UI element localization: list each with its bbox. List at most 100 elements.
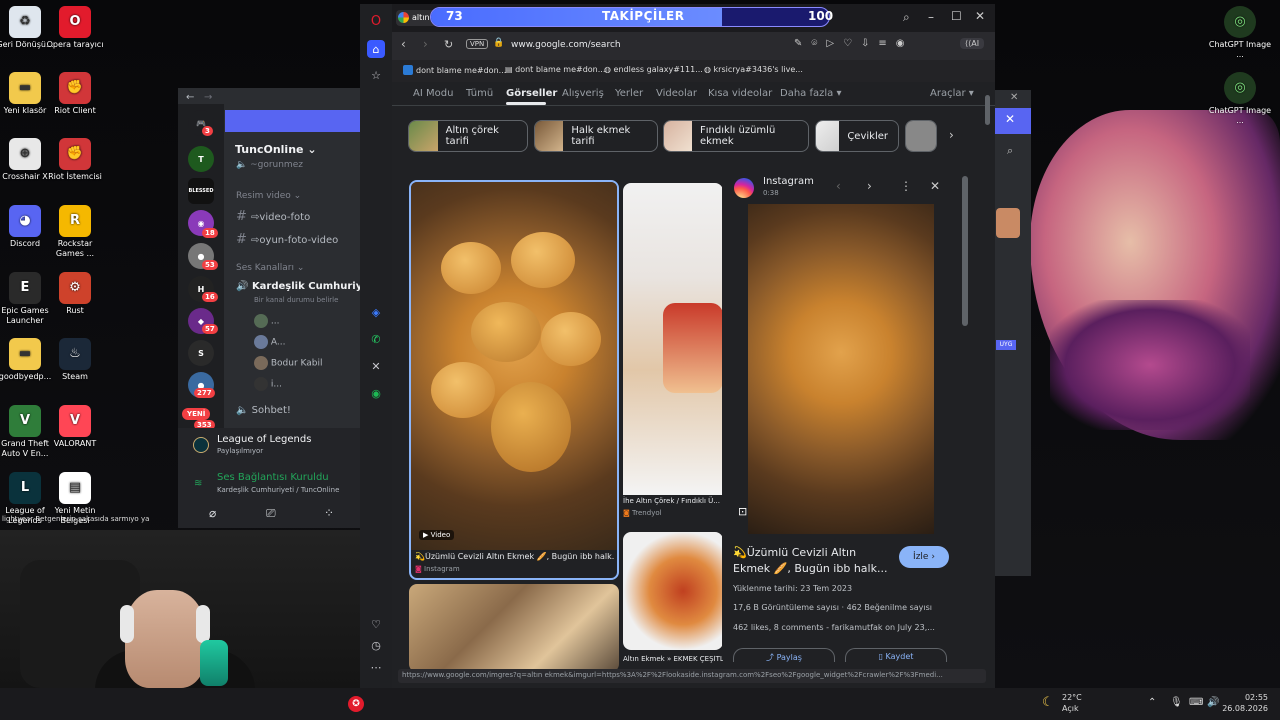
ai-button[interactable]: ⟨⟨AI [960, 38, 985, 49]
result-caption[interactable]: Altın Ekmek » EKMEK ÇEŞİTLERİ » UNLU MAM… [623, 655, 723, 663]
panel-title[interactable]: 💫Üzümlü Cevizli Altın Ekmek 🥖, Bugün ibb… [733, 545, 893, 577]
chevron-up-icon[interactable]: ⌃ [1148, 697, 1156, 708]
chip-halk-ekmek[interactable]: Halk ekmek tarifi [534, 120, 658, 152]
voice-user-2[interactable]: A... [254, 335, 285, 349]
x-twitter-icon[interactable]: ✕ [369, 359, 383, 373]
chevron-right-icon[interactable]: › [949, 128, 954, 142]
weather-temp[interactable]: 22°C [1062, 693, 1082, 702]
back-icon[interactable]: ‹ [401, 37, 406, 51]
maximize-icon[interactable]: ☐ [951, 9, 962, 23]
tools-button[interactable]: Araçlar ▾ [930, 88, 974, 99]
tab-ai-mode[interactable]: AI Modu [413, 88, 453, 99]
forward-icon[interactable]: › [423, 37, 428, 51]
camera-off-icon[interactable]: ⌀ [209, 506, 216, 520]
watch-button[interactable]: İzle › [899, 546, 949, 568]
chip-altin-corek[interactable]: Altın çörek tarifi [408, 120, 528, 152]
clock-time[interactable]: 02:55 [1232, 693, 1268, 702]
share-button[interactable]: ⤴ Paylaş [733, 648, 835, 662]
desktop-icon[interactable]: V VALORANT [43, 405, 107, 449]
result-card-selected[interactable]: ▶ Video 💫Üzümlü Cevizli Altın Ekmek 🥖, B… [409, 180, 619, 580]
tab-more[interactable]: Daha fazla ▾ [780, 88, 841, 99]
voice-channel[interactable]: 🔊 Kardeşlik Cumhuriy... [236, 281, 373, 292]
url-input[interactable]: www.google.com/search [511, 40, 621, 50]
messenger-icon[interactable]: ◈ [369, 305, 383, 319]
result-card[interactable] [623, 532, 723, 650]
activities-icon[interactable]: ⁘ [324, 506, 334, 520]
next-icon[interactable]: › [867, 179, 872, 193]
desktop-icon[interactable]: ⚙ Rust [43, 272, 107, 316]
weather-desc[interactable]: Açık [1062, 704, 1079, 713]
address-actions-icon[interactable]: ✎⌾▷♡⇩≡◉ [794, 38, 914, 49]
forward-arrow-icon[interactable]: → [204, 92, 212, 103]
preview-image[interactable] [748, 204, 934, 534]
tab-images[interactable]: Görseller [506, 88, 557, 99]
category-resim-video[interactable]: Resim video ⌄ [236, 191, 301, 201]
network-icon[interactable]: ⌨ [1189, 697, 1203, 708]
volume-icon[interactable]: 🔊 [1207, 697, 1219, 708]
mic-icon[interactable]: 🎙 [1170, 697, 1183, 708]
clock-date[interactable]: 26.08.2026 [1222, 704, 1268, 713]
close-icon[interactable]: ✕ [1010, 92, 1018, 103]
chip-more[interactable] [905, 120, 937, 152]
home-icon[interactable]: ⌂ [367, 40, 385, 58]
taskbar-app-icon[interactable]: ✪ [348, 696, 364, 712]
result-card[interactable]: İhe Altın Çörek / Fındıklı Ü... ◙ Trendy… [623, 183, 723, 523]
whatsapp-icon[interactable]: ✆ [369, 332, 383, 346]
reload-icon[interactable]: ↻ [444, 38, 453, 51]
lens-icon[interactable]: ⊡ [738, 505, 747, 518]
bookmark-item[interactable]: dont blame me#don... [416, 66, 506, 75]
spotify-icon[interactable]: ◉ [369, 386, 383, 400]
desktop-icon[interactable]: R Rockstar Games ... [43, 205, 107, 259]
desktop-icon[interactable]: O Opera tarayıcı [43, 6, 107, 50]
more-vertical-icon[interactable]: ⋮ [900, 179, 912, 193]
voice-user-1[interactable]: ... [254, 314, 279, 328]
channel-top[interactable]: 🔈 ~gorunmez [236, 160, 303, 170]
result-card[interactable] [409, 584, 619, 672]
search-icon[interactable]: ⌕ [1007, 144, 1013, 158]
server-name[interactable]: TuncOnline ⌄ [235, 143, 317, 156]
minimize-icon[interactable]: – [928, 10, 934, 24]
desktop-icon[interactable]: ♨ Steam [43, 338, 107, 382]
result-caption[interactable]: İhe Altın Çörek / Fındıklı Ü... [623, 497, 720, 505]
tab-videos[interactable]: Videolar [656, 88, 697, 99]
page-scrollbar[interactable] [985, 95, 990, 125]
vpn-badge[interactable]: VPN [466, 39, 489, 49]
chip-cevikler[interactable]: Çevikler [815, 120, 899, 152]
category-ses-kanallari[interactable]: Ses Kanalları ⌄ [236, 263, 304, 273]
channel-sohbet[interactable]: 🔈 Sohbet! [236, 405, 291, 416]
server-icon-s[interactable]: S [188, 340, 214, 366]
search-icon[interactable]: ⌕ [903, 10, 910, 25]
heart-icon[interactable]: ♡ [369, 617, 383, 631]
tab-places[interactable]: Yerler [615, 88, 643, 99]
server-icon-tunconline[interactable]: T [188, 146, 214, 172]
history-icon[interactable]: ◷ [369, 638, 383, 652]
desktop-icon[interactable]: ✊ Riot Client [43, 72, 107, 116]
opera-logo-icon[interactable]: O [369, 14, 383, 29]
bookmark-item[interactable]: ◍ krsicrya#3436's live... [704, 65, 803, 74]
voice-user-4[interactable]: i... [254, 377, 282, 391]
desktop-icon-chatgpt-image-1[interactable]: ◎ ChatGPT Image ... [1208, 6, 1272, 60]
voice-status[interactable]: Bir kanal durumu belirle [254, 296, 338, 304]
more-dots-icon[interactable]: ⋯ [369, 660, 383, 674]
server-icon-blessed[interactable]: BLESSED [188, 178, 214, 204]
bookmark-item[interactable]: ▤ dont blame me#don... [505, 65, 605, 74]
close-icon[interactable]: ✕ [930, 179, 940, 193]
back-arrow-icon[interactable]: ← [186, 92, 194, 103]
close-icon[interactable]: ✕ [1005, 112, 1015, 126]
chip-findikli[interactable]: Fındıklı üzümlü ekmek [663, 120, 809, 152]
tab-all[interactable]: Tümü [466, 88, 493, 99]
result-caption[interactable]: 💫Üzümlü Cevizli Altın Ekmek 🥖, Bugün ibb… [415, 552, 615, 561]
panel-scrollbar[interactable] [962, 176, 968, 326]
voice-user-3[interactable]: Bodur Kabil [254, 356, 323, 370]
bookmark-item[interactable]: ◍ endless galaxy#111... [604, 65, 703, 74]
star-icon[interactable]: ☆ [369, 68, 383, 82]
desktop-icon-chatgpt-image-2[interactable]: ◎ ChatGPT Image ... [1208, 72, 1272, 126]
tab-shopping[interactable]: Alışveriş [562, 88, 604, 99]
desktop-icon[interactable]: ✊ Riot İstemcisi [43, 138, 107, 182]
channel-video-foto[interactable]: # ⇨video-foto [236, 209, 310, 224]
panel-source[interactable]: Instagram [763, 176, 814, 187]
close-icon[interactable]: ✕ [975, 9, 985, 23]
channel-oyun-foto-video[interactable]: # ⇨oyun-foto-video [236, 232, 338, 247]
screen-share-icon[interactable]: ⎚ [266, 506, 276, 521]
tab-short-videos[interactable]: Kısa videolar [708, 88, 772, 99]
